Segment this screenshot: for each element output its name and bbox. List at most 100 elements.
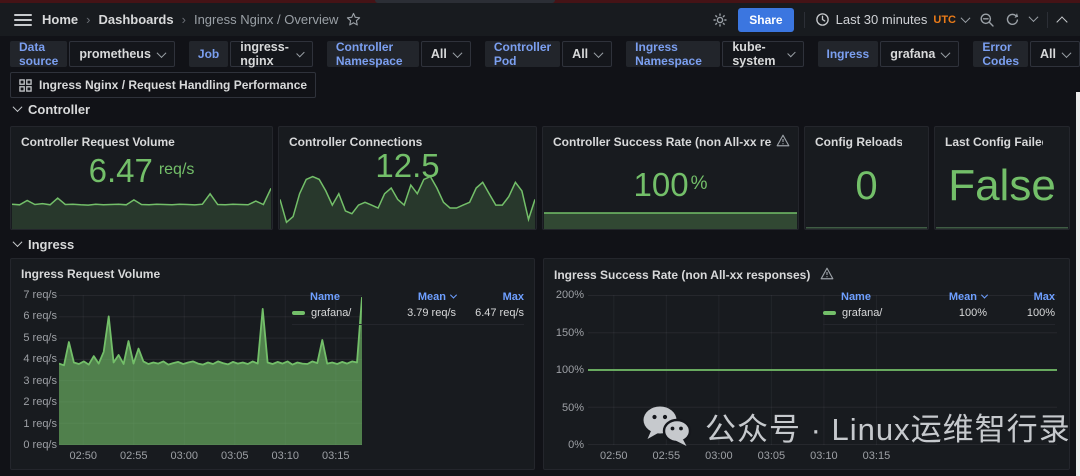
y-tick-label: 150% (555, 326, 584, 339)
time-range-label: Last 30 minutes (835, 12, 928, 27)
row-toggle-controller[interactable]: Controller (12, 101, 90, 117)
legend-header-label: Name (310, 291, 340, 303)
refresh-interval-chevron-icon[interactable] (1028, 11, 1039, 22)
x-tick-label: 02:50 (600, 450, 628, 462)
chevron-down-icon (296, 48, 305, 57)
x-tick-label: 03:10 (810, 450, 838, 462)
legend-header-label: Max (1033, 291, 1055, 303)
related-dashboard-link[interactable]: Ingress Nginx / Request Handling Perform… (10, 72, 317, 98)
panel-title[interactable]: Controller Success Rate (non All-xx resp… (553, 135, 772, 149)
chevron-down-icon (1061, 47, 1072, 58)
filter-group: Data source prometheus (10, 40, 175, 68)
legend-header-label: Name (841, 291, 871, 303)
filter-value-text: kube-system (732, 40, 776, 68)
y-tick-label: 2 req/s (23, 396, 57, 409)
filter-group: Error Codes All (973, 40, 1080, 68)
breadcrumb-dashboards[interactable]: Dashboards (98, 12, 173, 27)
panel-title[interactable]: Controller Request Volume (21, 135, 246, 149)
filter-value-dropdown[interactable]: prometheus (69, 41, 175, 67)
dashboard-grid-icon (19, 78, 32, 92)
filter-group: Controller Namespace All (326, 40, 471, 68)
filter-value-dropdown[interactable]: kube-system (722, 40, 804, 68)
y-tick-label: 6 req/s (23, 310, 57, 323)
x-tick-label: 02:55 (652, 450, 681, 462)
legend-header-max[interactable]: Max (987, 291, 1055, 303)
y-axis: 7 req/s 6 req/s 5 req/s 4 req/s 3 req/s 2 req… (15, 289, 57, 451)
page-right-edge (1076, 92, 1080, 476)
refresh-icon[interactable] (1005, 12, 1020, 27)
filter-label: Controller Namespace (326, 40, 419, 68)
legend-max-value: 6.47 req/s (475, 307, 524, 319)
filter-value-dropdown[interactable]: All (562, 41, 613, 67)
chevron-down-icon (786, 48, 796, 57)
breadcrumb-home[interactable]: Home (42, 12, 78, 27)
sparkline (12, 183, 271, 229)
y-tick-label: 0 req/s (23, 439, 57, 451)
filter-group: Ingress Namespace kube-system (626, 40, 804, 68)
filter-value-text: All (430, 47, 447, 61)
filter-value-dropdown[interactable]: All (1030, 41, 1080, 67)
collapse-up-icon[interactable] (1056, 15, 1068, 28)
warning-icon[interactable] (776, 134, 790, 152)
row-toggle-ingress[interactable]: Ingress (12, 236, 75, 252)
y-tick-label: 3 req/s (23, 374, 57, 387)
filter-label: Error Codes (973, 40, 1029, 68)
legend-header-mean[interactable]: Mean (380, 291, 458, 303)
time-range-picker[interactable]: Last 30 minutes UTC (815, 12, 971, 27)
filter-value-text: ingress-nginx (240, 40, 289, 68)
y-tick-label: 100% (555, 364, 584, 376)
row-title: Ingress (28, 237, 75, 252)
sparkline-svg (12, 187, 271, 229)
x-tick-label: 03:00 (170, 450, 199, 462)
x-tick-label: 02:50 (69, 450, 97, 462)
legend-header-mean[interactable]: Mean (911, 291, 989, 303)
series-label: grafana/ (842, 307, 883, 319)
panel-title[interactable]: Ingress Request Volume (21, 267, 508, 281)
related-dashboard-label: Ingress Nginx / Request Handling Perform… (39, 78, 308, 92)
y-tick-label: 7 req/s (23, 289, 57, 301)
breadcrumb-current: Ingress Nginx / Overview (193, 12, 339, 27)
x-axis: 02:50 02:55 03:00 03:05 03:10 03:15 (59, 450, 362, 464)
sparkline (280, 167, 535, 229)
sparkline-svg (806, 227, 927, 229)
sparkline-svg (936, 227, 1068, 229)
breadcrumb-separator: › (86, 12, 91, 27)
chevron-down-icon (960, 13, 971, 24)
navbar-actions: Share Last 30 minutes UTC (712, 7, 1068, 32)
series-color-swatch (823, 311, 836, 315)
share-button[interactable]: Share (738, 7, 794, 32)
timezone-label: UTC (933, 13, 956, 26)
y-axis: 200% 150% 100% 50% 0% (546, 289, 584, 451)
top-navbar: Home › Dashboards › Ingress Nginx / Over… (0, 3, 1080, 36)
menu-icon[interactable] (14, 13, 32, 26)
chart-legend: Name Mean Max grafana/3.79 req/s 6.47 req/s (292, 291, 524, 325)
warning-icon[interactable] (820, 267, 834, 283)
star-icon[interactable] (346, 12, 361, 27)
panel-title[interactable]: Ingress Success Rate (non All-xx respons… (554, 268, 810, 282)
filter-label: Ingress (817, 41, 879, 67)
legend-header-name[interactable]: Name (823, 291, 911, 303)
y-tick-label: 5 req/s (23, 331, 57, 344)
filter-group: Job ingress-nginx (188, 40, 313, 68)
panel-title[interactable]: Last Config Failed (945, 135, 1043, 149)
legend-series-name[interactable]: grafana/ (292, 307, 380, 319)
zoom-out-icon[interactable] (979, 12, 995, 28)
legend-header-max[interactable]: Max (456, 291, 524, 303)
panel-title[interactable]: Config Reloads (815, 135, 902, 149)
gear-icon[interactable] (712, 12, 728, 28)
chevron-down-icon (12, 101, 23, 112)
panel-controller-connections: Controller Connections 12.5 (278, 126, 537, 230)
filter-value-text: prometheus (79, 47, 151, 61)
sparkline-svg (544, 212, 797, 229)
filter-value-dropdown[interactable]: All (420, 41, 471, 67)
filter-value-dropdown[interactable]: grafana (880, 41, 960, 67)
filter-group: Ingress grafana (817, 41, 960, 67)
wechat-icon (643, 406, 692, 446)
filter-value-dropdown[interactable]: ingress-nginx (230, 40, 313, 68)
stat-value: 0 (855, 164, 878, 208)
x-tick-label: 03:00 (705, 450, 733, 462)
y-tick-label: 0% (568, 439, 584, 451)
legend-header-name[interactable]: Name (292, 291, 380, 303)
legend-series-name[interactable]: grafana/ (823, 307, 911, 319)
series-color-swatch (292, 311, 305, 315)
